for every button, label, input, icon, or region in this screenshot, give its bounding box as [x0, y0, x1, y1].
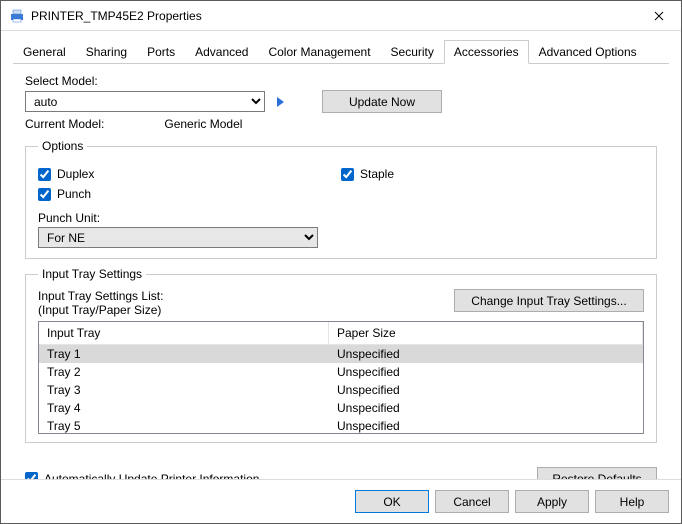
options-group: Options Duplex Punch — [25, 139, 657, 259]
select-model-label: Select Model: — [25, 74, 657, 88]
input-tray-group: Input Tray Settings Input Tray Settings … — [25, 267, 657, 443]
tray-table: Input Tray Paper Size Tray 1UnspecifiedT… — [38, 321, 644, 434]
printer-icon — [9, 8, 25, 24]
tab-color-management[interactable]: Color Management — [258, 40, 380, 64]
table-row[interactable]: Tray 1Unspecified — [39, 345, 643, 363]
current-model-value: Generic Model — [164, 117, 242, 131]
tray-table-header: Input Tray Paper Size — [39, 322, 643, 345]
tab-advanced[interactable]: Advanced — [185, 40, 258, 64]
update-now-button[interactable]: Update Now — [322, 90, 442, 113]
titlebar: PRINTER_TMP45E2 Properties — [1, 1, 681, 31]
table-row[interactable]: Tray 3Unspecified — [39, 381, 643, 399]
tray-list-label: Input Tray Settings List: — [38, 289, 163, 303]
apply-button[interactable]: Apply — [515, 490, 589, 513]
cancel-button[interactable]: Cancel — [435, 490, 509, 513]
select-model-combo[interactable]: auto — [25, 91, 265, 112]
tray-table-body[interactable]: Tray 1UnspecifiedTray 2UnspecifiedTray 3… — [39, 345, 643, 433]
punch-unit-combo[interactable]: For NE — [38, 227, 318, 248]
accessories-panel: Select Model: auto Update Now Current Mo… — [13, 64, 669, 459]
tray-list-sublabel: (Input Tray/Paper Size) — [38, 303, 163, 317]
tab-bar: GeneralSharingPortsAdvancedColor Managem… — [13, 39, 669, 64]
window-title: PRINTER_TMP45E2 Properties — [31, 9, 636, 23]
change-tray-settings-button[interactable]: Change Input Tray Settings... — [454, 289, 644, 312]
tab-accessories[interactable]: Accessories — [444, 40, 529, 64]
options-legend: Options — [38, 139, 87, 153]
dialog-buttons: OK Cancel Apply Help — [1, 479, 681, 523]
properties-dialog: PRINTER_TMP45E2 Properties GeneralSharin… — [0, 0, 682, 524]
col-input-tray[interactable]: Input Tray — [39, 322, 329, 344]
tab-advanced-options[interactable]: Advanced Options — [529, 40, 647, 64]
play-icon[interactable] — [277, 97, 284, 107]
table-row[interactable]: Tray 4Unspecified — [39, 399, 643, 417]
duplex-label: Duplex — [57, 167, 94, 181]
close-button[interactable] — [636, 1, 681, 30]
col-paper-size[interactable]: Paper Size — [329, 322, 643, 344]
ok-button[interactable]: OK — [355, 490, 429, 513]
punch-label: Punch — [57, 187, 91, 201]
help-button[interactable]: Help — [595, 490, 669, 513]
table-row[interactable]: Tray 5Unspecified — [39, 417, 643, 433]
current-model-label: Current Model: — [25, 117, 104, 131]
tab-general[interactable]: General — [13, 40, 76, 64]
punch-checkbox[interactable] — [38, 188, 51, 201]
tab-ports[interactable]: Ports — [137, 40, 185, 64]
table-row[interactable]: Tray 2Unspecified — [39, 363, 643, 381]
duplex-checkbox[interactable] — [38, 168, 51, 181]
staple-checkbox[interactable] — [341, 168, 354, 181]
punch-unit-label: Punch Unit: — [38, 211, 644, 225]
input-tray-legend: Input Tray Settings — [38, 267, 146, 281]
tab-security[interactable]: Security — [381, 40, 444, 64]
staple-label: Staple — [360, 167, 394, 181]
tab-sharing[interactable]: Sharing — [76, 40, 137, 64]
